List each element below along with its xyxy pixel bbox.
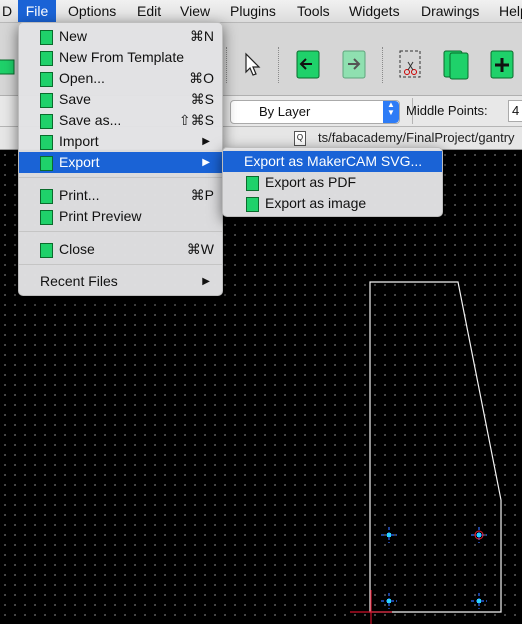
open-folder-tool-button[interactable] <box>0 48 18 80</box>
menu-item-label: New From Template <box>59 49 185 65</box>
layer-select-value: By Layer <box>259 104 311 119</box>
menu-item-print[interactable]: Print... ⌘P <box>19 185 222 206</box>
export-icon <box>40 156 53 171</box>
menu-item-close[interactable]: Close ⌘W <box>19 239 222 260</box>
snap-marker[interactable] <box>381 593 397 609</box>
toolbar-separator <box>226 47 228 83</box>
menu-item-label: Save <box>59 91 91 107</box>
menu-item-new-from-template[interactable]: New From Template <box>19 47 222 68</box>
import-icon <box>40 135 53 150</box>
menu-view[interactable]: View <box>180 0 210 22</box>
cut-tool-button[interactable] <box>394 48 426 80</box>
menu-item-label: New <box>59 28 88 44</box>
menu-separator <box>19 231 222 232</box>
menu-widgets[interactable]: Widgets <box>349 0 400 22</box>
new-doc-icon <box>40 30 53 45</box>
menu-help[interactable]: Help <box>499 0 522 22</box>
menu-item-print-preview[interactable]: Print Preview <box>19 206 222 227</box>
origin-crosshair <box>350 590 392 624</box>
pdf-icon <box>246 176 259 191</box>
paste-tool-button[interactable] <box>486 48 518 80</box>
shortcut-label: ⌘W <box>186 241 214 257</box>
drawing-outline[interactable] <box>369 281 502 613</box>
menu-item-open[interactable]: Open... ⌘O <box>19 68 222 89</box>
menu-item-new[interactable]: New ⌘N <box>19 26 222 47</box>
menu-item-import[interactable]: Import ▶ <box>19 131 222 152</box>
save-as-icon <box>40 114 53 129</box>
shortcut-label: ⇧⌘S <box>178 112 214 128</box>
menu-item-label: Export as PDF <box>265 174 357 190</box>
menu-item-export-makercam-svg[interactable]: Export as MakerCAM SVG... <box>223 151 442 172</box>
export-submenu: Export as MakerCAM SVG... Export as PDF … <box>222 147 443 217</box>
menu-item-label: Recent Files <box>40 273 118 289</box>
menu-tools[interactable]: Tools <box>297 0 330 22</box>
layer-select[interactable]: By Layer ▲ ▼ <box>230 100 400 124</box>
folder-icon <box>0 59 15 75</box>
menu-item-label: Print Preview <box>59 208 142 224</box>
print-preview-icon <box>40 210 53 225</box>
submenu-arrow-icon: ▶ <box>202 136 210 147</box>
pages-icon <box>443 50 469 80</box>
save-icon <box>40 93 53 108</box>
menu-drawings[interactable]: Drawings <box>421 0 479 22</box>
menu-item-label: Open... <box>59 70 105 86</box>
menu-item-label: Import <box>59 133 99 149</box>
toolbar-separator <box>382 47 384 83</box>
scissors-page-icon <box>399 50 421 78</box>
menubar: D File Options Edit View Plugins Tools W… <box>0 0 522 23</box>
open-folder-icon <box>40 72 53 87</box>
file-menu: New ⌘N New From Template Open... ⌘O Save… <box>18 22 223 296</box>
snap-marker[interactable] <box>381 527 397 543</box>
updown-chevron-icon: ▲ ▼ <box>383 101 399 123</box>
submenu-arrow-icon: ▶ <box>202 157 210 168</box>
image-icon <box>246 197 259 212</box>
snap-marker[interactable] <box>471 593 487 609</box>
shortcut-label: ⌘N <box>189 28 214 44</box>
menu-options[interactable]: Options <box>68 0 116 22</box>
middle-points-input[interactable]: 4 <box>508 100 522 122</box>
menu-item-save[interactable]: Save ⌘S <box>19 89 222 110</box>
menu-app[interactable]: D <box>0 0 16 22</box>
menu-item-save-as[interactable]: Save as... ⇧⌘S <box>19 110 222 131</box>
select-pointer-tool-button[interactable] <box>236 48 268 80</box>
menu-item-label: Close <box>59 241 95 257</box>
menu-item-export-pdf[interactable]: Export as PDF <box>223 172 442 193</box>
middle-points-label: Middle Points: <box>406 103 488 118</box>
document-path: ts/fabacademy/FinalProject/gantry <box>318 130 515 145</box>
block-insert-tool-button[interactable] <box>292 48 324 80</box>
shortcut-label: ⌘S <box>190 91 214 107</box>
submenu-arrow-icon: ▶ <box>202 276 210 287</box>
toolbar-separator <box>278 47 280 83</box>
menu-item-label: Export as image <box>265 195 367 211</box>
shortcut-label: ⌘P <box>190 187 214 203</box>
page-arrow-left-icon <box>296 50 320 79</box>
snap-marker[interactable] <box>471 527 487 543</box>
menu-item-label: Export as MakerCAM SVG... <box>244 153 423 169</box>
menu-separator <box>19 264 222 265</box>
menu-item-recent-files[interactable]: Recent Files ▶ <box>19 271 222 292</box>
menu-item-label: Save as... <box>59 112 122 128</box>
menu-item-label: Print... <box>59 187 100 203</box>
page-arrow-right-icon <box>342 50 366 79</box>
menu-item-export[interactable]: Export ▶ <box>19 152 222 173</box>
menu-edit[interactable]: Edit <box>137 0 161 22</box>
block-export-tool-button[interactable] <box>338 48 370 80</box>
menu-item-label: Export <box>59 154 100 170</box>
document-icon: Q <box>294 131 306 146</box>
cursor-arrow-icon <box>245 52 261 76</box>
template-doc-icon <box>40 51 53 66</box>
printer-icon <box>40 189 53 204</box>
menu-plugins[interactable]: Plugins <box>230 0 276 22</box>
shortcut-label: ⌘O <box>189 70 214 86</box>
close-doc-icon <box>40 243 53 258</box>
copy-tool-button[interactable] <box>440 48 472 80</box>
menu-file[interactable]: File <box>18 0 56 22</box>
menu-item-export-image[interactable]: Export as image <box>223 193 442 214</box>
page-plus-icon <box>490 50 514 79</box>
menu-separator <box>19 177 222 178</box>
